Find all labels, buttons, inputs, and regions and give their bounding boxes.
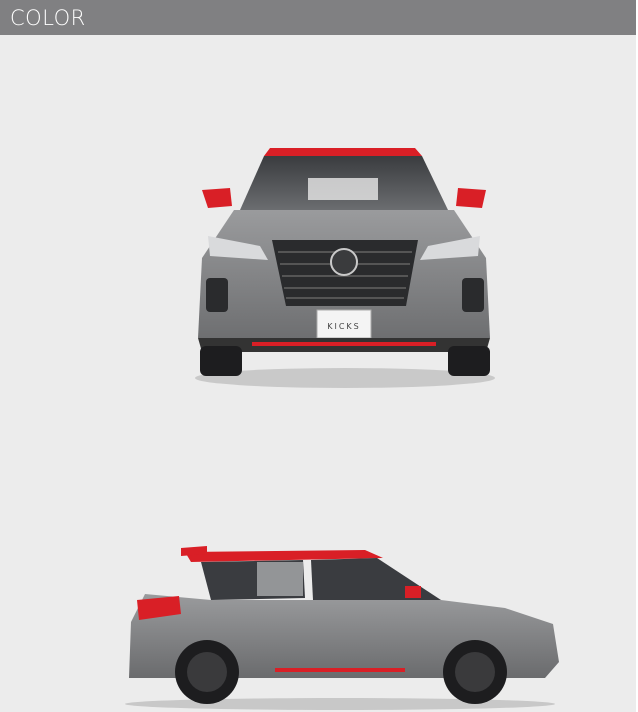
license-plate: KICKS <box>327 322 361 331</box>
section-title: COLOR <box>10 6 86 30</box>
car-front-image: KICKS <box>195 148 495 388</box>
section-header: COLOR <box>0 0 636 35</box>
car-side-image <box>125 546 559 710</box>
